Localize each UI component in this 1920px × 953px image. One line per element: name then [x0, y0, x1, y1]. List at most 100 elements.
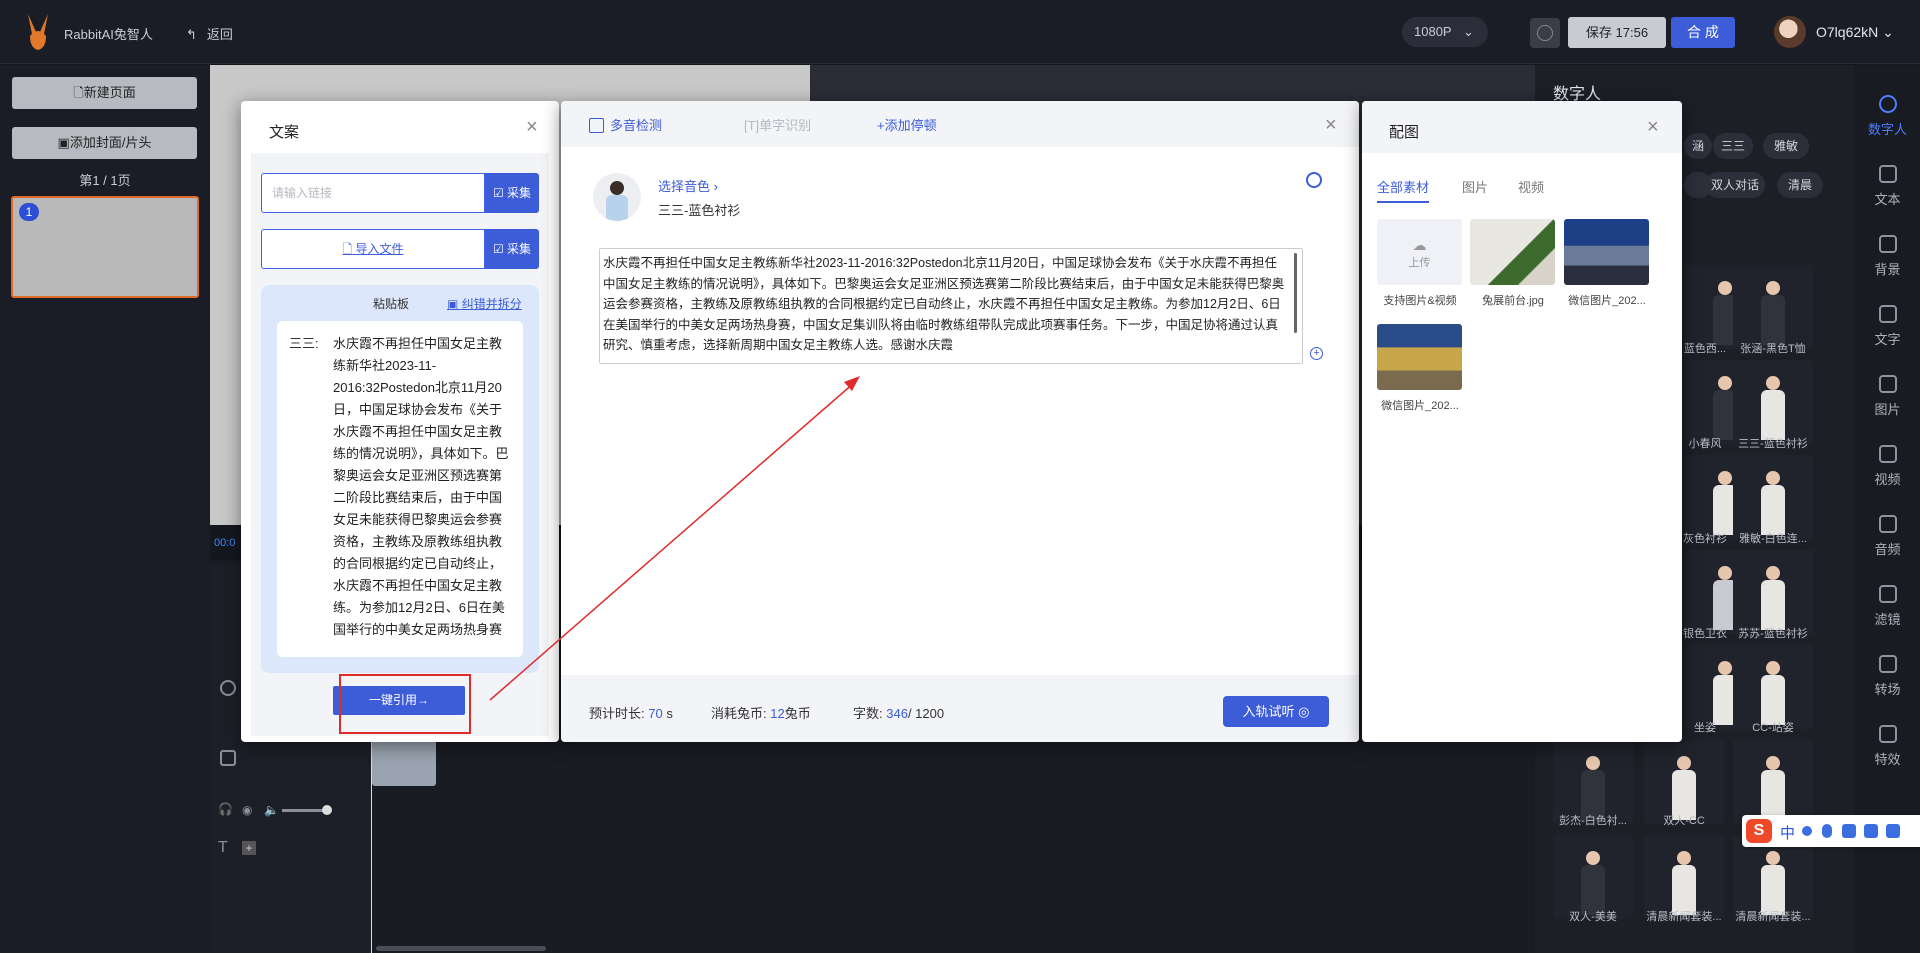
avatar[interactable] [1774, 16, 1806, 48]
digital-human-card[interactable] [1733, 645, 1813, 729]
digital-human-card[interactable] [1733, 550, 1813, 634]
digital-human-label: 张涵-黑色T恤 [1740, 343, 1806, 355]
collect-icon: ☑ [492, 186, 504, 200]
top-bar: RabbitAI兔智人 ↰ 返回 1080P ⌄ 保存 17:56 合 成 O7l… [0, 0, 1920, 64]
add-track-icon[interactable]: + [242, 841, 256, 855]
rail-item-filter[interactable]: 滤镜 [1855, 585, 1920, 628]
volume-icon[interactable]: 🔈 [264, 803, 279, 817]
digital-human-card[interactable] [1553, 835, 1633, 919]
skin-icon[interactable] [1864, 824, 1878, 838]
digital-human-icon [1878, 95, 1897, 113]
add-cover-button[interactable]: ▣添加封面/片头 [12, 127, 197, 159]
digital-human-card[interactable] [1733, 740, 1813, 824]
back-button[interactable]: ↰ 返回 [186, 24, 233, 43]
digital-human-label: 苏苏-蓝色衬衫 [1738, 628, 1808, 640]
rail-item-transition[interactable]: 转场 [1855, 655, 1920, 698]
microphone-icon[interactable] [1822, 824, 1832, 838]
back-label: 返回 [206, 27, 233, 42]
punctuation-icon[interactable] [1802, 826, 1812, 836]
media-label: 微信图片_202... [1381, 400, 1459, 412]
tab-videos[interactable]: 视频 [1518, 177, 1544, 196]
eye-icon[interactable]: ◉ [242, 803, 252, 817]
digital-human-label: 清晨新闻套装... [1735, 911, 1811, 923]
add-cover-label: 添加封面/片头 [69, 135, 152, 150]
tab-all-materials[interactable]: 全部素材 [1377, 177, 1430, 203]
collect-icon: ☑ [492, 242, 504, 256]
new-page-button[interactable]: 🗋新建页面 [12, 77, 197, 109]
rail-item-digital-human[interactable]: 数字人 [1855, 95, 1920, 138]
filter-chip[interactable]: 双人对话 [1705, 172, 1765, 198]
media-thumbnail[interactable] [1470, 219, 1555, 285]
checkbox[interactable] [589, 118, 604, 133]
timeline-scrollbar[interactable] [376, 946, 546, 951]
filter-chip[interactable]: 三三 [1713, 133, 1753, 159]
collect-button[interactable]: ☑ 采集 [485, 173, 539, 213]
chars-value: 346 [886, 706, 908, 721]
upload-button[interactable]: ☁ 上传 [1377, 219, 1462, 285]
new-page-label: 新建页面 [83, 85, 136, 100]
username-text: O7lq62kN [1816, 24, 1879, 40]
digital-human-card[interactable] [1733, 360, 1813, 444]
link-input[interactable]: 请输入链接 [261, 173, 485, 213]
digital-human-track-icon [220, 680, 236, 696]
close-icon[interactable]: × [1647, 117, 1659, 137]
filter-chip[interactable]: 清晨 [1777, 172, 1823, 198]
chevron-down-icon: ⌄ [1882, 24, 1894, 40]
trial-label: 入轨试听 [1242, 704, 1295, 719]
rail-label: 图片 [1874, 402, 1901, 417]
keyboard-icon[interactable] [1842, 824, 1856, 838]
rail-label: 滤镜 [1874, 612, 1901, 627]
headphones-icon[interactable]: 🎧 [218, 802, 233, 816]
collect-button[interactable]: ☑ 采集 [485, 229, 539, 269]
polyphone-check[interactable]: 多音检测 [589, 115, 662, 134]
media-thumbnail[interactable] [1377, 324, 1462, 390]
correct-split-button[interactable]: ▣ 纠错并拆分 [447, 295, 522, 312]
single-word-button[interactable]: [T]单字识别 [744, 115, 811, 134]
resolution-value: 1080P [1414, 24, 1452, 39]
rail-item-background[interactable]: 背景 [1855, 235, 1920, 278]
digital-human-card[interactable] [1733, 835, 1813, 919]
voice-avatar[interactable] [593, 173, 641, 221]
rail-item-caption[interactable]: 文字 [1855, 305, 1920, 348]
toolbox-icon[interactable] [1886, 824, 1900, 838]
gear-icon[interactable] [1306, 172, 1322, 188]
username[interactable]: O7lq62kN ⌄ [1816, 24, 1894, 41]
filter-chip[interactable]: 涵 [1684, 133, 1712, 159]
single-word-label: 单字识别 [759, 118, 812, 133]
digital-human-label: 小春风 [1688, 438, 1722, 450]
rail-item-effects[interactable]: 特效 [1855, 725, 1920, 768]
save-button[interactable]: 保存 17:56 [1568, 17, 1666, 48]
digital-human-card[interactable] [1644, 835, 1724, 919]
tab-images[interactable]: 图片 [1462, 177, 1488, 196]
media-label: 兔展前台.jpg [1482, 295, 1544, 307]
digital-human-label: 双人-美美 [1569, 911, 1617, 923]
ime-toolbar[interactable]: S 中 [1742, 815, 1920, 847]
panel-title: 文案 [269, 124, 300, 141]
resolution-select[interactable]: 1080P ⌄ [1402, 17, 1488, 47]
import-file-button[interactable]: 🗋 导入文件 [261, 229, 485, 269]
trial-listen-button[interactable]: 入轨试听 ◎ [1223, 696, 1329, 727]
preview-play-button[interactable] [1530, 18, 1560, 48]
textarea-scrollbar[interactable] [1294, 253, 1297, 333]
rail-item-audio[interactable]: 音频 [1855, 515, 1920, 558]
script-textarea[interactable]: 水庆霞不再担任中国女足主教练新华社2023-11-2016:32Postedon… [599, 248, 1303, 364]
digital-human-card[interactable] [1733, 455, 1813, 539]
timeline-clip[interactable] [372, 738, 436, 786]
close-icon[interactable]: × [526, 117, 538, 137]
chars-max: / 1200 [907, 706, 945, 721]
volume-handle[interactable] [322, 805, 332, 815]
add-circle-icon[interactable]: + [1310, 347, 1323, 360]
add-pause-button[interactable]: +添加停顿 [877, 115, 937, 134]
rail-item-video[interactable]: 视频 [1855, 445, 1920, 488]
rail-item-image[interactable]: 图片 [1855, 375, 1920, 418]
page-thumbnail[interactable]: 1 [11, 196, 199, 298]
filter-chip[interactable]: 雅敏 [1763, 133, 1809, 159]
digital-human-card[interactable] [1733, 265, 1813, 349]
close-icon[interactable]: × [1325, 115, 1337, 135]
choose-voice-link[interactable]: 选择音色 › [658, 176, 718, 195]
rail-item-text[interactable]: 文本 [1855, 165, 1920, 208]
media-thumbnail[interactable] [1564, 219, 1649, 285]
play-circle-icon: ◎ [1298, 704, 1310, 719]
media-panel: 配图 × 全部素材 图片 视频 ☁ 上传 支持图片&视频 兔展前台.jpg 微信图… [1362, 101, 1682, 742]
compose-button[interactable]: 合 成 [1671, 17, 1735, 48]
